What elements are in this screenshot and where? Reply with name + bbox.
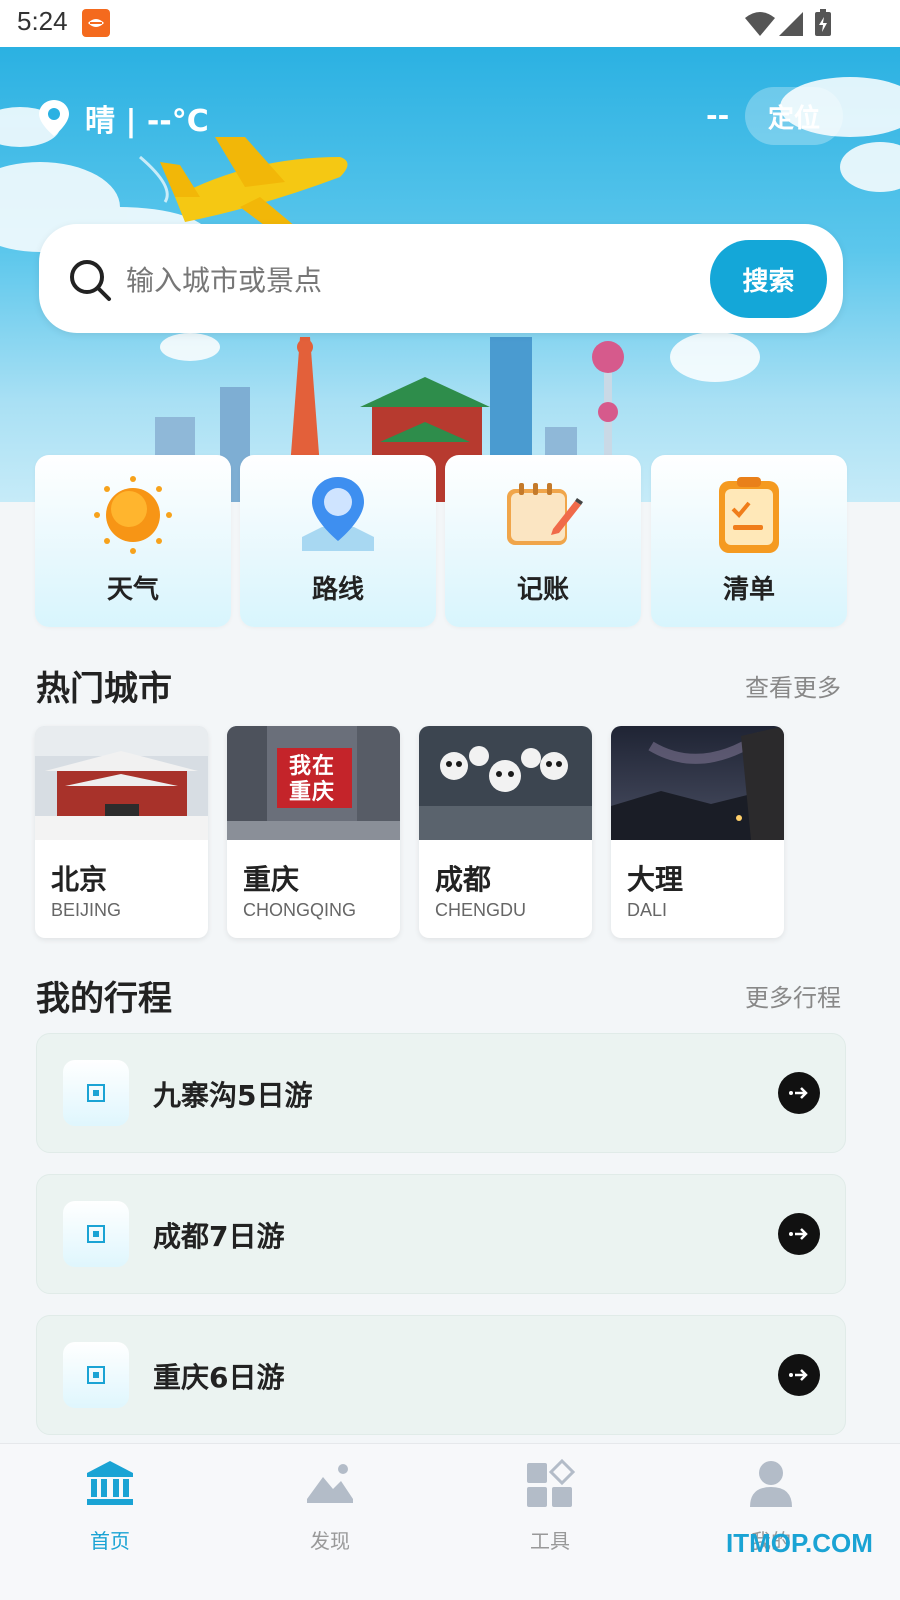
arrow-right-icon[interactable] — [778, 1213, 820, 1255]
location-value: -- — [706, 99, 730, 132]
city-name: 大理 — [627, 863, 684, 896]
nav-label: 首页 — [90, 1529, 130, 1553]
sun-icon — [94, 476, 172, 554]
search-icon — [68, 258, 112, 306]
nav-label: 工具 — [530, 1529, 570, 1553]
image-icon — [307, 1464, 353, 1503]
trip-label: 九寨沟5日游 — [153, 1079, 313, 1112]
city-name-en: CHENGDU — [435, 900, 527, 920]
location-pin-icon[interactable] — [38, 100, 70, 140]
trip-item[interactable]: 重庆6日游 — [36, 1315, 846, 1435]
city-name-en: BEIJING — [51, 900, 122, 920]
hot-cities-title: 热门城市 — [36, 669, 172, 709]
search-button[interactable]: 搜索 — [710, 240, 827, 318]
user-icon — [750, 1461, 792, 1507]
nav-discover[interactable]: 发现 — [260, 1455, 400, 1565]
tool-checklist[interactable]: 清单 — [651, 455, 847, 627]
apps-icon — [527, 1459, 575, 1507]
city-photo — [419, 726, 592, 840]
watermark: ITMOP.COM — [726, 1528, 873, 1558]
city-name: 重庆 — [243, 863, 300, 896]
locate-button[interactable]: 定位 — [745, 87, 843, 145]
trip-icon — [63, 1060, 129, 1126]
wifi-icon — [745, 12, 775, 36]
status-time: 5:24 — [17, 6, 68, 36]
app-notification-icon — [82, 9, 110, 37]
nav-tools[interactable]: 工具 — [480, 1455, 620, 1565]
signal-icon — [779, 12, 803, 36]
nav-home[interactable]: 首页 — [40, 1455, 180, 1565]
city-name: 北京 — [51, 863, 108, 896]
map-pin-icon — [302, 477, 374, 551]
city-name-en: DALI — [627, 900, 668, 920]
my-trips-more-link[interactable]: 更多行程 — [745, 978, 841, 1013]
arrow-right-icon[interactable] — [778, 1354, 820, 1396]
nav-label: 发现 — [310, 1529, 350, 1553]
battery-icon — [815, 9, 831, 36]
tool-weather[interactable]: 天气 — [35, 455, 231, 627]
tool-label: 清单 — [722, 575, 775, 605]
city-name: 成都 — [435, 863, 492, 896]
city-photo — [611, 726, 784, 840]
notebook-icon — [507, 483, 583, 545]
tool-label: 路线 — [311, 575, 364, 605]
city-card-beijing[interactable]: 北京 BEIJING — [35, 726, 208, 938]
search-input[interactable] — [126, 258, 686, 302]
city-card-chengdu[interactable]: 成都 CHENGDU — [419, 726, 592, 938]
trip-icon — [63, 1201, 129, 1267]
city-photo — [35, 726, 208, 840]
checklist-icon — [719, 477, 779, 553]
city-photo-sign: 我在重庆 — [289, 754, 336, 805]
trip-icon — [63, 1342, 129, 1408]
tool-label: 记账 — [516, 575, 569, 605]
tool-accounting[interactable]: 记账 — [445, 455, 641, 627]
my-trips-title: 我的行程 — [36, 979, 172, 1019]
status-icons — [745, 8, 845, 42]
home-icon — [87, 1461, 133, 1505]
tool-label: 天气 — [106, 575, 159, 605]
trip-item[interactable]: 成都7日游 — [36, 1174, 846, 1294]
arrow-right-icon[interactable] — [778, 1072, 820, 1114]
tool-route[interactable]: 路线 — [240, 455, 436, 627]
trip-item[interactable]: 九寨沟5日游 — [36, 1033, 846, 1153]
trip-label: 成都7日游 — [153, 1220, 285, 1253]
city-card-chongqing[interactable]: 我在重庆 重庆 CHONGQING — [227, 726, 400, 938]
trip-label: 重庆6日游 — [153, 1361, 285, 1394]
weather-summary: 晴 | --°C — [85, 104, 209, 139]
city-name-en: CHONGQING — [243, 900, 357, 920]
hot-cities-more-link[interactable]: 查看更多 — [745, 668, 841, 703]
city-card-dali[interactable]: 大理 DALI — [611, 726, 784, 938]
